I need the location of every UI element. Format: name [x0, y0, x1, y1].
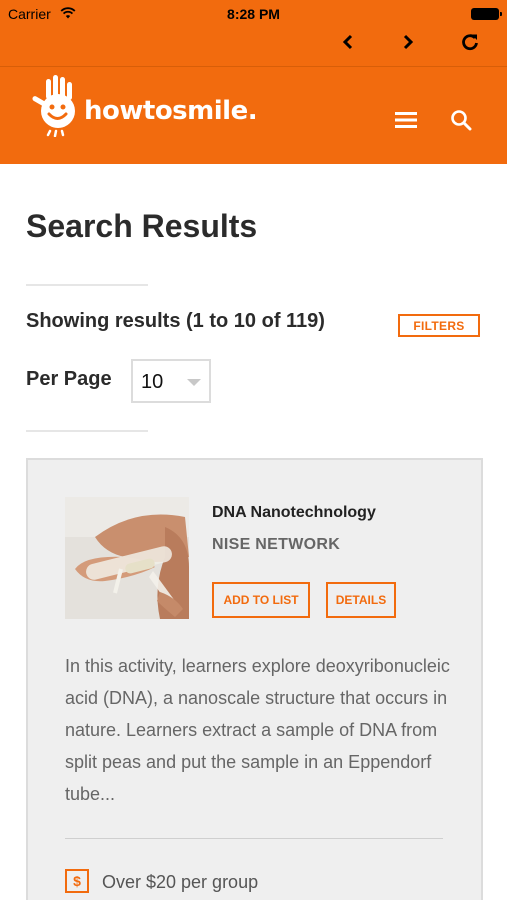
result-card: DNA Nanotechnology NISE NETWORK ADD TO L… [26, 458, 483, 900]
card-divider [65, 838, 443, 839]
back-button[interactable] [333, 28, 363, 56]
title-divider [26, 284, 148, 286]
hand-smile-logo-icon [32, 75, 75, 137]
search-button[interactable] [440, 99, 482, 141]
site-logo[interactable]: howtosmile. [28, 73, 258, 137]
chevron-right-icon [403, 34, 414, 50]
details-button[interactable]: DETAILS [326, 582, 396, 618]
results-count: Showing results (1 to 10 of 119) [26, 310, 325, 332]
result-price: Over $20 per group [102, 872, 259, 892]
dollar-icon: $ [65, 869, 89, 893]
add-to-list-button[interactable]: ADD TO LIST [212, 582, 310, 618]
reload-icon [462, 34, 478, 51]
search-icon [451, 110, 472, 131]
hamburger-icon [395, 112, 417, 128]
menu-button[interactable] [386, 103, 426, 137]
result-title[interactable]: DNA Nanotechnology [212, 504, 376, 522]
forward-button[interactable] [393, 28, 423, 56]
per-page-value: 10 [141, 371, 164, 393]
result-description: In this activity, learners explore deoxy… [65, 656, 450, 804]
browser-toolbar [0, 28, 507, 66]
status-bar: Carrier 8:28 PM [0, 0, 507, 28]
dna-tube-photo [65, 497, 189, 619]
chevron-down-icon [187, 379, 201, 386]
site-header: howtosmile. [0, 67, 507, 164]
per-page-select[interactable]: 10 [131, 359, 211, 403]
page-title: Search Results [26, 208, 258, 244]
battery-icon [471, 8, 502, 20]
result-thumbnail[interactable] [65, 497, 189, 619]
chevron-left-icon [342, 34, 353, 50]
logo-text: howtosmile. [84, 96, 258, 126]
per-page-label: Per Page [26, 368, 112, 390]
filters-button[interactable]: FILTERS [398, 314, 480, 337]
result-organization: NISE NETWORK [212, 536, 341, 553]
status-time: 8:28 PM [227, 6, 280, 22]
controls-divider [26, 430, 148, 432]
reload-button[interactable] [455, 28, 485, 56]
